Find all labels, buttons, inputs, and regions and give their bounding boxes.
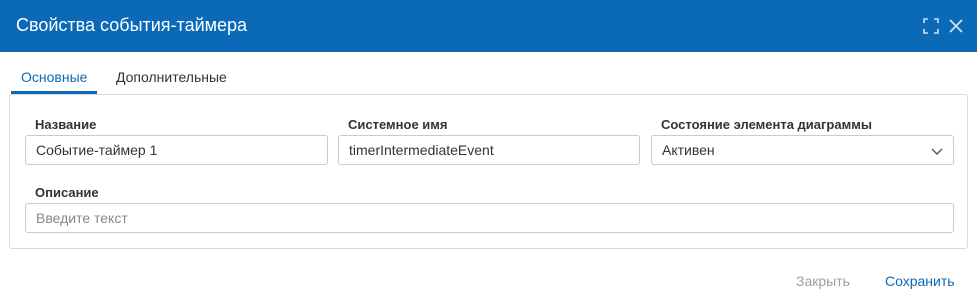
system-name-field[interactable]: timerIntermediateEvent (338, 135, 640, 165)
close-icon[interactable] (946, 16, 966, 36)
state-label: Состояние элемента диаграммы (661, 117, 872, 132)
name-label: Название (35, 117, 97, 132)
dialog-header: Свойства события-таймера (0, 0, 977, 52)
state-selected-value: Активен (662, 142, 715, 158)
name-field[interactable]: Событие-таймер 1 (25, 135, 328, 165)
properties-panel: Название Событие-таймер 1 Системное имя … (9, 94, 968, 249)
state-select[interactable]: Активен (651, 135, 954, 165)
tab-additional[interactable]: Дополнительные (106, 62, 237, 94)
description-field[interactable]: Введите текст (25, 203, 954, 233)
dialog-title: Свойства события-таймера (16, 15, 248, 35)
chevron-down-icon (931, 148, 943, 155)
save-button[interactable]: Сохранить (885, 272, 955, 290)
close-button[interactable]: Закрыть (796, 272, 850, 290)
system-name-label: Системное имя (348, 117, 448, 132)
tab-bar: Основные Дополнительные (11, 62, 971, 94)
tab-main[interactable]: Основные (11, 62, 98, 94)
maximize-icon[interactable] (921, 16, 941, 36)
description-label: Описание (35, 185, 99, 200)
